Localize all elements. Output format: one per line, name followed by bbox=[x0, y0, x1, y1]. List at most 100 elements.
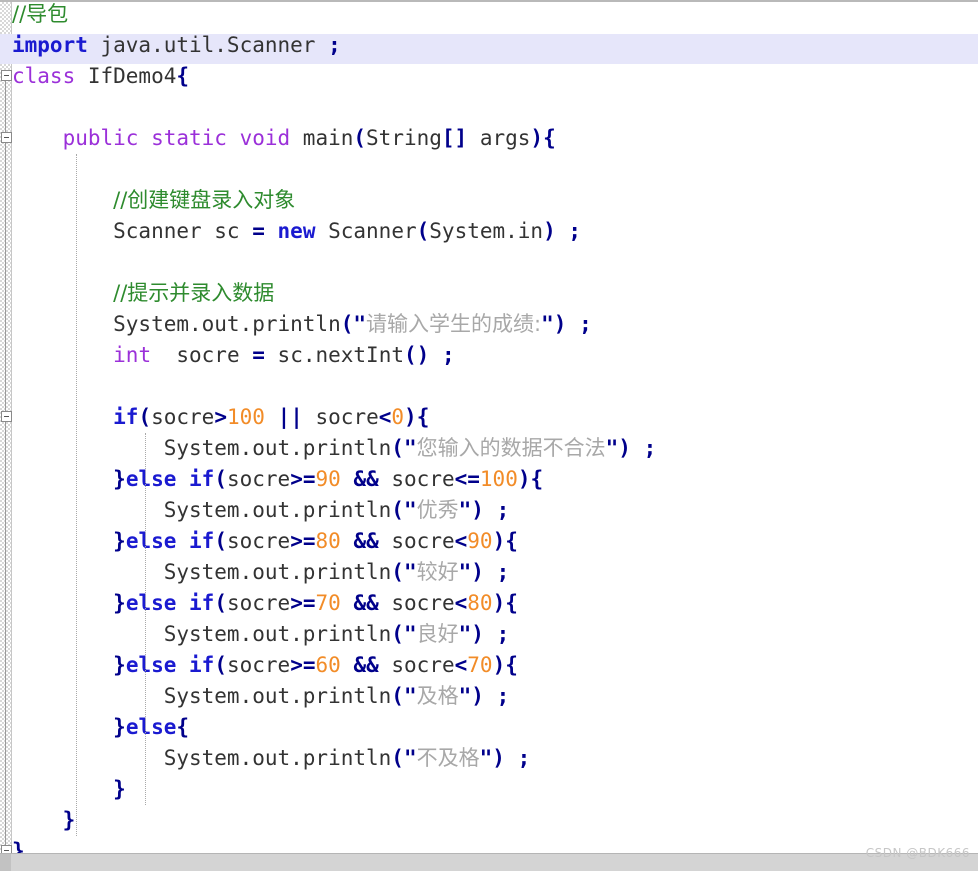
code-token-plain: System.out.println bbox=[12, 684, 392, 708]
code-line[interactable]: class IfDemo4{ bbox=[12, 61, 189, 92]
code-token-number: 80 bbox=[315, 529, 341, 553]
fold-connector-line bbox=[5, 422, 6, 845]
code-token-plain: main bbox=[290, 126, 354, 150]
code-line[interactable]: }else if(socre>=80 && socre<90){ bbox=[12, 526, 518, 557]
code-token-modifier: class bbox=[12, 64, 76, 88]
code-token-punct: ; bbox=[643, 436, 657, 460]
code-line[interactable]: } bbox=[12, 774, 126, 805]
code-token-punct: ( bbox=[214, 529, 227, 553]
code-token-string: 较好 bbox=[416, 560, 459, 584]
code-line[interactable]: //导包 bbox=[12, 0, 68, 30]
code-line[interactable]: } bbox=[12, 805, 76, 836]
code-token-plain: String bbox=[366, 126, 442, 150]
code-line[interactable]: //提示并录入数据 bbox=[12, 278, 274, 309]
code-token-operator: < bbox=[454, 591, 468, 615]
code-line[interactable]: System.out.println("及格") ; bbox=[12, 681, 510, 712]
code-token-plain: args bbox=[467, 126, 531, 150]
code-token-punct: [] bbox=[441, 126, 468, 150]
code-token-punct: { bbox=[176, 64, 190, 88]
code-token-number: 60 bbox=[315, 653, 341, 677]
code-line[interactable] bbox=[12, 92, 25, 123]
code-token-string: 及格 bbox=[416, 684, 459, 708]
code-token-punct: { bbox=[530, 467, 544, 491]
code-token-punct: } bbox=[62, 808, 76, 832]
code-token-number: 100 bbox=[226, 405, 265, 429]
code-line[interactable]: System.out.println("优秀") ; bbox=[12, 495, 510, 526]
code-token-plain: System.out.println bbox=[12, 498, 392, 522]
code-token-plain: Scanner sc bbox=[12, 219, 253, 243]
code-line[interactable] bbox=[12, 247, 25, 278]
code-token-plain: socre bbox=[378, 467, 455, 491]
code-token-quote: " bbox=[403, 436, 417, 460]
code-token-plain: sc.nextInt bbox=[264, 343, 404, 367]
code-line[interactable]: }else{ bbox=[12, 712, 189, 743]
fold-marker-line-3[interactable] bbox=[1, 70, 12, 81]
code-line[interactable]: import java.util.Scanner ; bbox=[12, 30, 341, 61]
code-token-plain: System.in bbox=[429, 219, 544, 243]
code-line[interactable]: System.out.println("较好") ; bbox=[12, 557, 510, 588]
code-token-punct: ; bbox=[328, 33, 341, 57]
indent-guide bbox=[145, 433, 147, 805]
code-line[interactable]: public static void main(String[] args){ bbox=[12, 123, 556, 154]
code-line[interactable]: //创建键盘录入对象 bbox=[12, 185, 295, 216]
code-token-quote: " bbox=[353, 312, 367, 336]
fold-connector-line bbox=[5, 143, 6, 411]
code-token-punct: ) bbox=[471, 622, 484, 646]
code-token-operator: && bbox=[353, 529, 379, 553]
horizontal-scrollbar[interactable] bbox=[0, 853, 978, 871]
code-token-plain: socre bbox=[226, 467, 291, 491]
code-token-punct: ; bbox=[441, 343, 455, 367]
code-line[interactable]: System.out.println("请输入学生的成绩:") ; bbox=[12, 309, 592, 340]
fold-marker-line-5[interactable] bbox=[1, 132, 12, 143]
code-token-number: 0 bbox=[391, 405, 405, 429]
fold-marker-line-14[interactable] bbox=[1, 411, 12, 422]
code-line[interactable]: Scanner sc = new Scanner(System.in) ; bbox=[12, 216, 581, 247]
code-token-punct: } bbox=[113, 529, 126, 553]
code-token-punct: ( bbox=[391, 498, 404, 522]
code-line[interactable] bbox=[12, 371, 25, 402]
code-line[interactable]: int socre = sc.nextInt() ; bbox=[12, 340, 455, 371]
code-token-plain: socre bbox=[151, 405, 215, 429]
code-token-quote: " bbox=[479, 746, 493, 770]
code-token-punct: { bbox=[416, 405, 430, 429]
code-token-punct: { bbox=[176, 715, 190, 739]
code-token-operator: >= bbox=[290, 529, 316, 553]
code-line[interactable]: if(socre>100 || socre<0){ bbox=[12, 402, 429, 433]
code-line[interactable]: System.out.println("您输入的数据不合法") ; bbox=[12, 433, 657, 464]
code-token-string: 优秀 bbox=[416, 498, 459, 522]
code-token-operator: <= bbox=[454, 467, 480, 491]
code-line[interactable]: }else if(socre>=70 && socre<80){ bbox=[12, 588, 518, 619]
code-line[interactable]: System.out.println("不及格") ; bbox=[12, 743, 531, 774]
code-token-quote: " bbox=[605, 436, 619, 460]
code-token-plain: socre bbox=[378, 529, 455, 553]
code-token-keyword: else if bbox=[125, 467, 215, 491]
code-token-punct: () bbox=[403, 343, 430, 367]
code-line[interactable]: }else if(socre>=90 && socre<=100){ bbox=[12, 464, 543, 495]
code-surface[interactable]: //导包 import java.util.Scanner ; class IfDe… bbox=[0, 0, 978, 863]
code-token-quote: " bbox=[458, 498, 472, 522]
code-token-punct: { bbox=[505, 591, 518, 615]
code-token-number: 70 bbox=[315, 591, 341, 615]
code-line[interactable] bbox=[12, 154, 25, 185]
code-token-keyword: if bbox=[113, 405, 139, 429]
code-line[interactable]: }else if(socre>=60 && socre<70){ bbox=[12, 650, 518, 681]
code-token-punct: ; bbox=[568, 219, 582, 243]
code-token-operator: >= bbox=[290, 591, 316, 615]
code-token-punct: } bbox=[113, 715, 126, 739]
code-line[interactable]: System.out.println("良好") ; bbox=[12, 619, 510, 650]
code-token-punct: } bbox=[113, 467, 126, 491]
code-token-quote: " bbox=[403, 746, 417, 770]
code-token-operator: || bbox=[277, 405, 303, 429]
fold-gutter[interactable] bbox=[0, 2, 12, 856]
code-token-punct: ; bbox=[517, 746, 531, 770]
